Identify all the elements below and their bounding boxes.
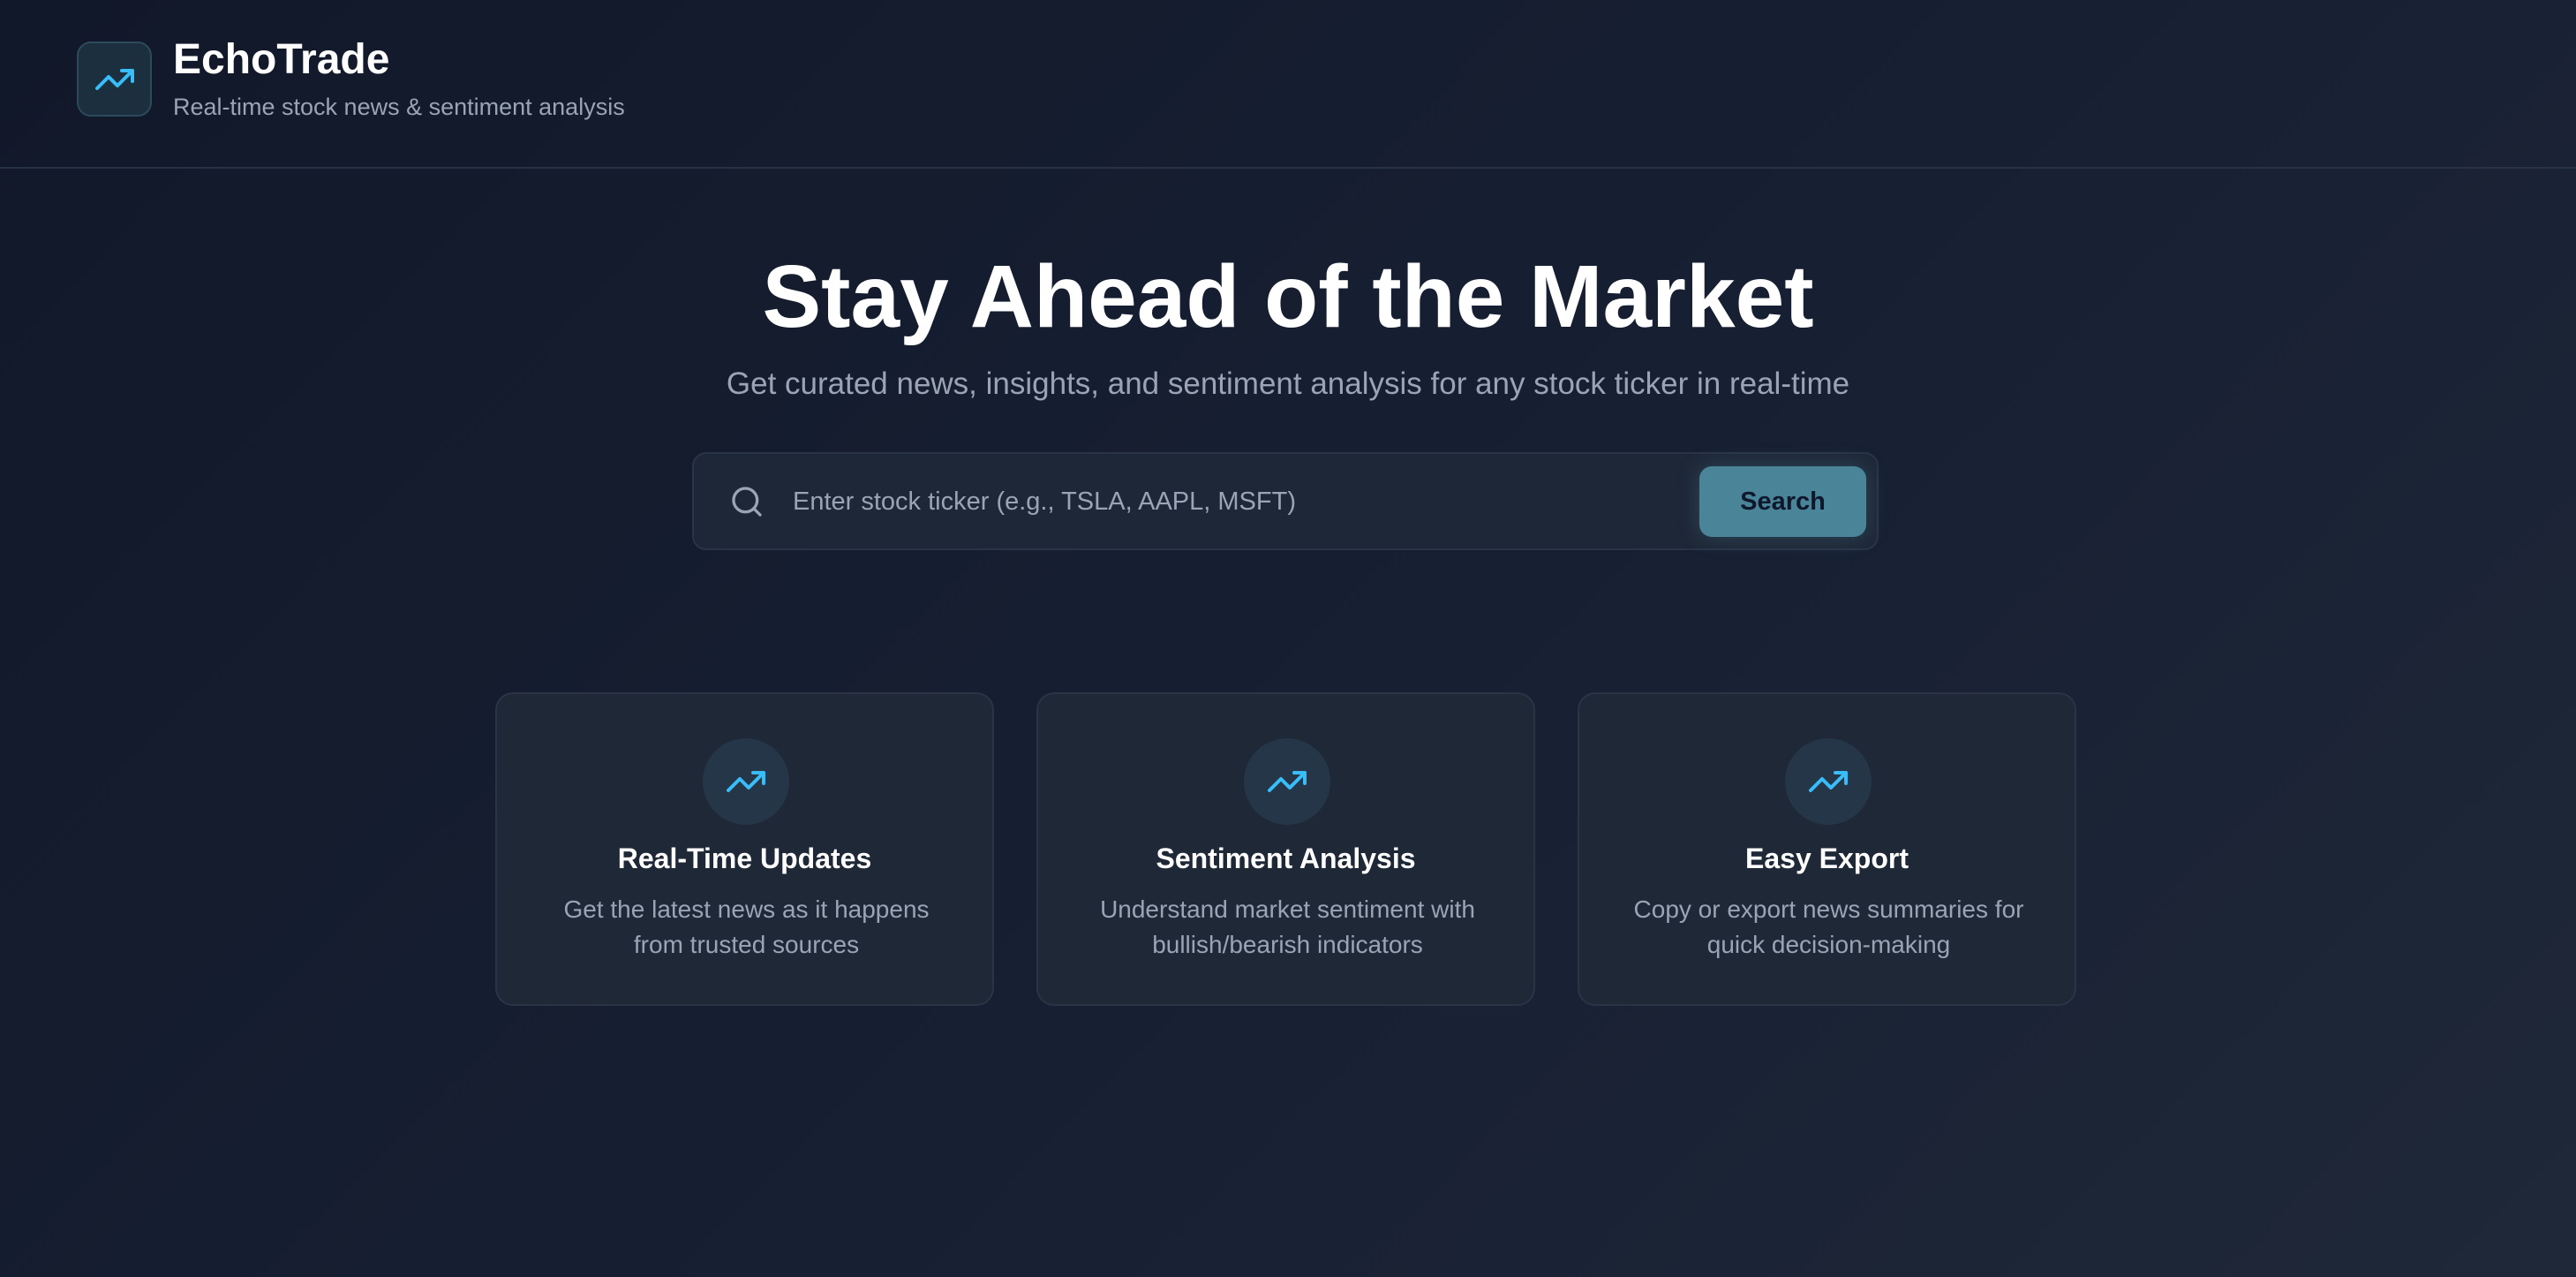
feature-icon-badge bbox=[1244, 738, 1330, 825]
feature-icon-badge bbox=[1785, 738, 1872, 825]
app-subtitle: Real-time stock news & sentiment analysi… bbox=[173, 94, 625, 120]
feature-description: Get the latest news as it happens from t… bbox=[541, 892, 952, 963]
app-header: EchoTrade Real-time stock news & sentime… bbox=[0, 0, 2576, 169]
feature-description-line: Get the latest news as it happens bbox=[563, 895, 930, 923]
app-title: EchoTrade bbox=[173, 36, 390, 83]
feature-card-realtime: Real-Time Updates Get the latest news as… bbox=[495, 692, 994, 1006]
feature-title: Real-Time Updates bbox=[617, 843, 872, 874]
search-button[interactable]: Search bbox=[1699, 466, 1866, 537]
feature-description-line: quick decision-making bbox=[1706, 931, 1951, 958]
feature-title: Easy Export bbox=[1745, 843, 1909, 874]
search-icon bbox=[732, 487, 762, 517]
ticker-search-input[interactable] bbox=[793, 472, 1481, 532]
trending-up-icon bbox=[727, 771, 765, 792]
feature-description-line: from trusted sources bbox=[633, 931, 860, 958]
feature-description-line: Understand market sentiment with bbox=[1100, 895, 1475, 923]
trending-up-icon bbox=[1268, 771, 1307, 792]
trending-up-icon bbox=[1809, 771, 1848, 792]
feature-description-line: bullish/bearish indicators bbox=[1152, 931, 1423, 958]
search-bar: Search bbox=[692, 452, 1879, 550]
feature-title: Sentiment Analysis bbox=[1156, 843, 1416, 874]
hero-title: Stay Ahead of the Market bbox=[762, 247, 1814, 346]
feature-card-sentiment: Sentiment Analysis Understand market sen… bbox=[1036, 692, 1535, 1006]
trending-up-icon bbox=[94, 68, 134, 90]
feature-description: Copy or export news summaries for quick … bbox=[1623, 892, 2034, 963]
hero-subtitle: Get curated news, insights, and sentimen… bbox=[726, 366, 1850, 401]
feature-card-export: Easy Export Copy or export news summarie… bbox=[1578, 692, 2076, 1006]
logo bbox=[77, 42, 152, 117]
feature-description: Understand market sentiment with bullish… bbox=[1082, 892, 1493, 963]
feature-description-line: Copy or export news summaries for bbox=[1633, 895, 2024, 923]
feature-icon-badge bbox=[703, 738, 789, 825]
